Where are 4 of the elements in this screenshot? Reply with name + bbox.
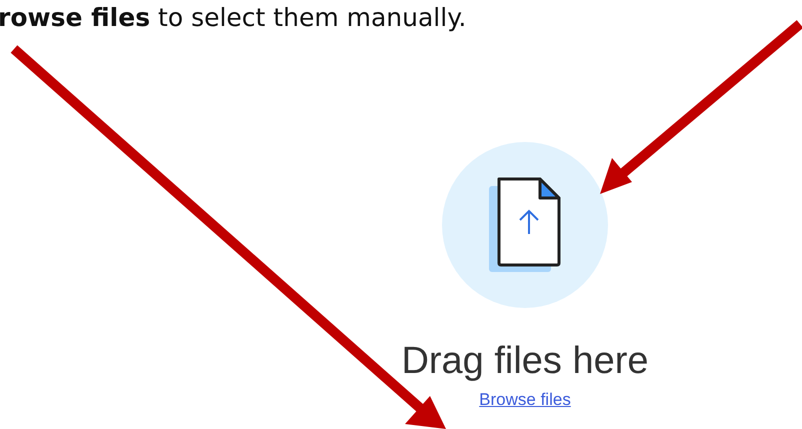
- drop-title: Drag files here: [401, 339, 649, 384]
- browse-files-link[interactable]: Browse files: [479, 390, 571, 410]
- file-upload-icon: [488, 176, 562, 274]
- instruction-text: rowse files to select them manually.: [0, 2, 466, 34]
